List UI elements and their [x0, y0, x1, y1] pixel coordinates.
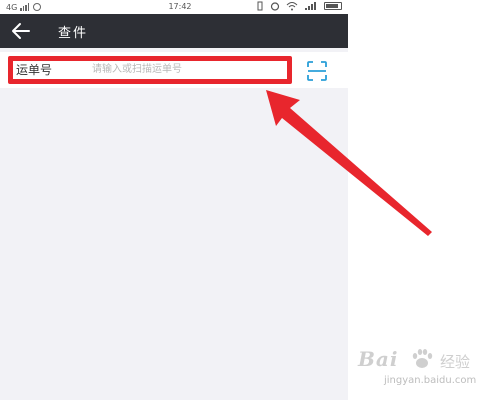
notification-icon — [33, 3, 42, 11]
top-nav-bar: 查件 — [0, 14, 348, 48]
status-right — [256, 1, 342, 11]
highlight-box — [8, 56, 292, 84]
network-type: 4G — [6, 2, 18, 12]
watermark-brand-cn: 经验 — [440, 353, 471, 371]
paw-icon — [412, 349, 433, 368]
battery-icon — [324, 2, 342, 10]
arrow-left-icon[interactable] — [10, 20, 32, 42]
status-time: 17:42 — [168, 2, 192, 11]
phone-screen: 4G 17:42 查件 运单号 请输入或扫描运单号 — [0, 0, 348, 400]
signal-strength-icon — [305, 2, 316, 10]
status-bar: 4G 17:42 — [0, 0, 348, 14]
status-left: 4G — [6, 2, 42, 12]
watermark-brand: Bai — [358, 347, 399, 371]
signal-icon — [20, 3, 30, 11]
wifi-icon — [286, 2, 298, 11]
screenshot-stage: 4G 17:42 查件 运单号 请输入或扫描运单号 Bai 经验 jingyan… — [0, 0, 500, 400]
vibrate-icon — [257, 1, 263, 11]
alarm-icon — [270, 2, 280, 11]
scan-icon[interactable] — [306, 60, 328, 82]
watermark-url: jingyan.baidu.com — [384, 375, 477, 386]
baidu-watermark: Bai 经验 jingyan.baidu.com — [358, 345, 488, 395]
page-title: 查件 — [58, 26, 89, 41]
